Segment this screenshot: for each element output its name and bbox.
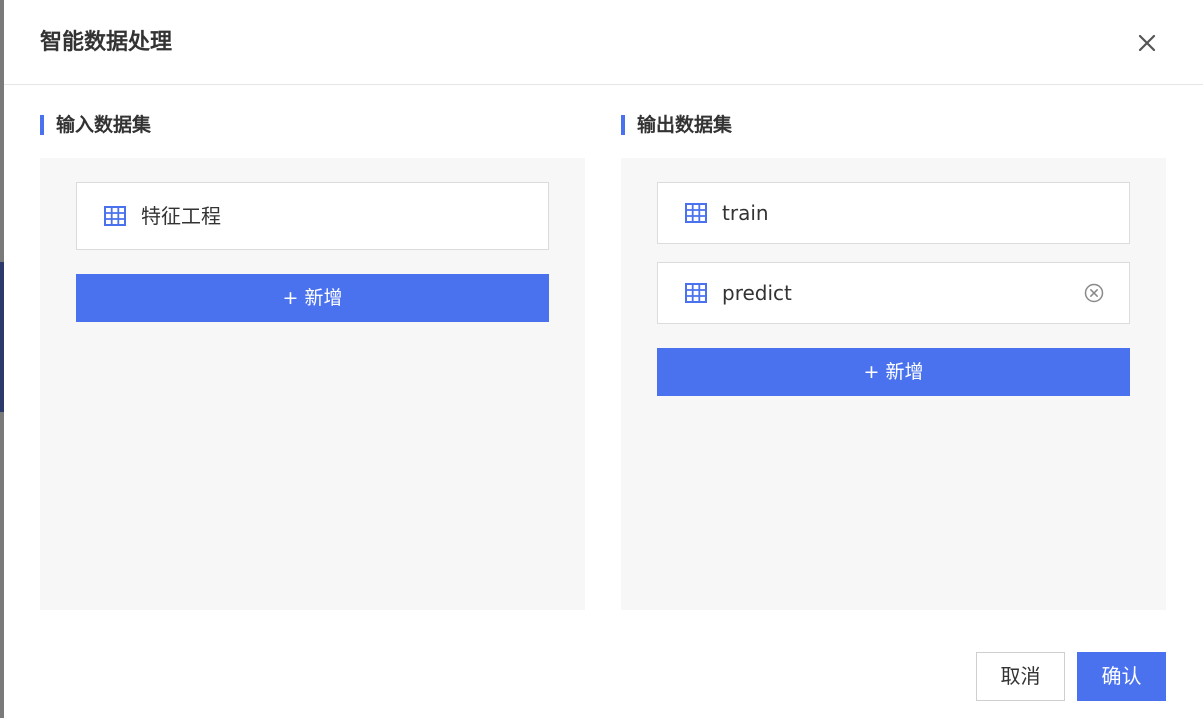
dataset-name: 特征工程 [141,204,221,228]
table-icon [685,283,707,303]
input-dataset-heading: 输入数据集 [40,114,151,136]
confirm-button[interactable]: 确认 [1077,652,1166,701]
dialog-header: 智能数据处理 [4,0,1203,85]
add-input-dataset-button[interactable]: + 新增 [76,274,549,322]
dataset-name: predict [722,281,792,305]
input-dataset-heading-label: 输入数据集 [56,114,152,136]
remove-circle-icon[interactable] [1083,282,1105,304]
table-icon [104,206,126,226]
table-icon [685,203,707,223]
input-dataset-item[interactable]: 特征工程 [76,182,549,250]
dataset-name: train [722,201,769,225]
output-dataset-heading: 输出数据集 [621,114,732,136]
dialog-title: 智能数据处理 [40,30,173,55]
output-dataset-panel: train predict + 新增 [621,158,1166,610]
close-button[interactable] [1132,28,1162,58]
smart-data-processing-dialog: 智能数据处理 输入数据集 特征工程 + 新增 输出数据集 train predi… [4,0,1203,718]
output-dataset-heading-label: 输出数据集 [637,114,733,136]
input-dataset-panel: 特征工程 + 新增 [40,158,585,610]
heading-accent-bar [621,115,625,135]
heading-accent-bar [40,115,44,135]
add-output-dataset-button[interactable]: + 新增 [657,348,1130,396]
output-dataset-item-train[interactable]: train [657,182,1130,244]
close-icon [1138,34,1156,52]
output-dataset-item-predict[interactable]: predict [657,262,1130,324]
cancel-button[interactable]: 取消 [976,652,1065,701]
